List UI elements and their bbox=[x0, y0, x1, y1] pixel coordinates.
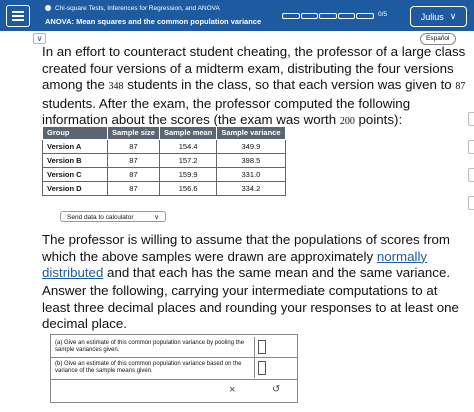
progress-count: 0/5 bbox=[378, 11, 388, 18]
user-name: Julius bbox=[420, 11, 444, 22]
question-b-row: (b) Give an estimate of this common popu… bbox=[51, 357, 297, 378]
collapse-chevron-icon[interactable]: ∨ bbox=[33, 33, 46, 44]
table-header: Sample variance bbox=[216, 126, 286, 140]
undo-icon[interactable]: ↺ bbox=[272, 384, 280, 395]
max-points: 200 bbox=[339, 116, 355, 127]
breadcrumb-text: Chi-square Tests, Inferences for Regress… bbox=[55, 5, 220, 12]
table-header: Group bbox=[42, 126, 108, 140]
menu-icon[interactable] bbox=[6, 5, 30, 27]
table-row: Version A 87 154.4 349.9 bbox=[42, 139, 286, 154]
table-row: Version C 87 159.9 331.0 bbox=[42, 167, 286, 182]
question-a-row: (a) Give an estimate of this common popu… bbox=[51, 337, 297, 357]
side-tab[interactable] bbox=[468, 168, 474, 182]
chevron-down-icon: ∨ bbox=[449, 11, 457, 21]
answer-b-input[interactable] bbox=[258, 361, 266, 375]
table-header: Sample mean bbox=[158, 126, 218, 140]
answer-a-input[interactable] bbox=[258, 340, 266, 354]
topic-dot-icon bbox=[45, 5, 51, 12]
top-bar: Chi-square Tests, Inferences for Regress… bbox=[0, 0, 474, 31]
user-menu-button[interactable]: Julius ∨ bbox=[410, 6, 467, 27]
side-tab[interactable] bbox=[468, 112, 474, 126]
question-a-label: (a) Give an estimate of this common popu… bbox=[55, 340, 245, 353]
answer-panel: (a) Give an estimate of this common popu… bbox=[50, 334, 298, 380]
breadcrumb: Chi-square Tests, Inferences for Regress… bbox=[45, 5, 220, 12]
n-students: 348 bbox=[108, 81, 124, 92]
progress-bar bbox=[282, 13, 374, 19]
instructions-text: Answer the following, carrying your inte… bbox=[42, 283, 459, 331]
page-title: ANOVA: Mean squares and the common popul… bbox=[45, 17, 262, 26]
table-header: Sample size bbox=[107, 126, 160, 140]
assumption-text: The professor is willing to assume that … bbox=[42, 232, 451, 280]
clear-icon[interactable]: × bbox=[229, 384, 235, 396]
table-row: Version B 87 157.2 398.5 bbox=[42, 153, 286, 168]
problem-text: In an effort to counteract student cheat… bbox=[42, 44, 466, 127]
answer-actions: × ↺ bbox=[50, 378, 298, 403]
per-version: 87 bbox=[455, 81, 466, 92]
side-tab[interactable] bbox=[468, 196, 474, 210]
side-tab[interactable] bbox=[468, 140, 474, 154]
chevron-down-icon: ∨ bbox=[154, 214, 159, 221]
table-row: Version D 87 156.6 334.2 bbox=[42, 181, 286, 196]
scores-table: Group Sample size Sample mean Sample var… bbox=[42, 126, 286, 196]
send-to-calculator-button[interactable]: Send data to calculator ∨ bbox=[60, 211, 166, 222]
question-b-label: (b) Give an estimate of this common popu… bbox=[55, 361, 242, 374]
